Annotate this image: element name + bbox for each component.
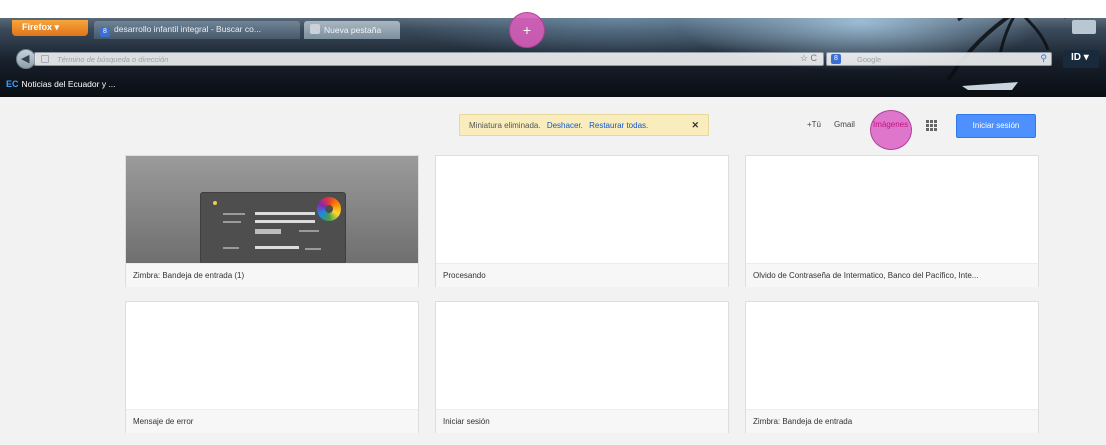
tile-thumbnail	[746, 156, 1038, 263]
bookmark-favicon-icon: EC	[6, 79, 19, 89]
images-link[interactable]: Imágenes	[873, 120, 908, 129]
tile-thumbnail	[436, 302, 728, 409]
bookmark-label: Noticias del Ecuador y ...	[21, 79, 116, 89]
thumbnail-tile[interactable]: Iniciar sesión	[435, 301, 729, 433]
firefox-menu-button[interactable]: Firefox ▾	[12, 20, 88, 36]
thumbnail-removed-notice: Miniatura eliminada. Deshacer. Restaurar…	[459, 114, 709, 136]
url-placeholder: Término de búsqueda o dirección	[57, 55, 169, 64]
window-controls[interactable]	[1072, 20, 1096, 34]
undo-link[interactable]: Deshacer.	[547, 121, 583, 130]
new-tab-page: Miniatura eliminada. Deshacer. Restaurar…	[0, 97, 1106, 445]
search-engine-label: Google	[857, 55, 882, 64]
back-arrow-icon: ◀	[21, 53, 30, 65]
bookmark-item[interactable]: EC Noticias del Ecuador y ...	[6, 79, 116, 89]
zimbra-logo-icon	[317, 197, 341, 221]
tile-caption: Procesando	[436, 263, 728, 287]
page-icon	[41, 55, 49, 63]
thumbnail-tile[interactable]: Zimbra: Bandeja de entrada	[745, 301, 1039, 433]
tile-thumbnail	[126, 302, 418, 409]
thumbnail-tile[interactable]: Procesando	[435, 155, 729, 287]
tile-caption: Zimbra: Bandeja de entrada	[746, 409, 1038, 433]
tab-title: Nueva pestaña	[324, 25, 382, 35]
extension-button[interactable]: ID ▾	[1063, 50, 1099, 68]
screen: Firefox ▾ 8 desarrollo infantil integral …	[0, 0, 1106, 445]
login-form-preview	[200, 192, 346, 264]
tile-thumbnail	[126, 156, 418, 264]
notice-message: Miniatura eliminada.	[469, 121, 541, 130]
search-bar[interactable]: 8 Google ⚲	[826, 52, 1052, 66]
tile-caption: Zimbra: Bandeja de entrada (1)	[126, 263, 418, 287]
tile-caption: Mensaje de error	[126, 409, 418, 433]
sign-in-button[interactable]: Iniciar sesión	[956, 114, 1036, 138]
tile-thumbnail	[436, 156, 728, 263]
thumbnail-tile[interactable]: Zimbra: Bandeja de entrada (1)	[125, 155, 419, 287]
google-engine-icon[interactable]: 8	[831, 54, 841, 64]
page-favicon-icon	[310, 24, 320, 34]
gmail-link[interactable]: Gmail	[834, 120, 855, 129]
tile-thumbnail	[746, 302, 1038, 409]
apps-grid-icon[interactable]	[926, 120, 938, 132]
tile-caption: Olvido de Contraseña de Intermatico, Ban…	[746, 263, 1038, 287]
tab-title: desarrollo infantil integral - Buscar co…	[114, 24, 261, 34]
thumbnail-tile[interactable]: Olvido de Contraseña de Intermatico, Ban…	[745, 155, 1039, 287]
reload-icon[interactable]: ☆ C	[800, 53, 817, 64]
plus-you-link[interactable]: +Tú	[807, 120, 821, 129]
plus-icon: +	[522, 22, 532, 38]
thumbnail-tile[interactable]: Mensaje de error	[125, 301, 419, 433]
url-bar[interactable]: Término de búsqueda o dirección ☆ C	[34, 52, 824, 66]
tile-caption: Iniciar sesión	[436, 409, 728, 433]
new-tab-button[interactable]: +	[509, 12, 545, 48]
google-bar: +Tú Gmail Imágenes Iniciar sesión	[802, 109, 1042, 150]
google-favicon-icon: 8	[100, 27, 110, 37]
boat-decoration	[962, 82, 1018, 90]
close-icon[interactable]: ✕	[691, 120, 699, 131]
back-button[interactable]: ◀	[16, 49, 36, 69]
window-top-strip	[0, 0, 1106, 18]
restore-all-link[interactable]: Restaurar todas.	[589, 121, 648, 130]
tab-search-results[interactable]: 8 desarrollo infantil integral - Buscar c…	[94, 21, 300, 39]
browser-chrome: Firefox ▾ 8 desarrollo infantil integral …	[0, 0, 1106, 97]
search-icon[interactable]: ⚲	[1040, 53, 1047, 64]
click-highlight	[870, 110, 912, 150]
tab-new-tab[interactable]: Nueva pestaña	[304, 21, 400, 39]
